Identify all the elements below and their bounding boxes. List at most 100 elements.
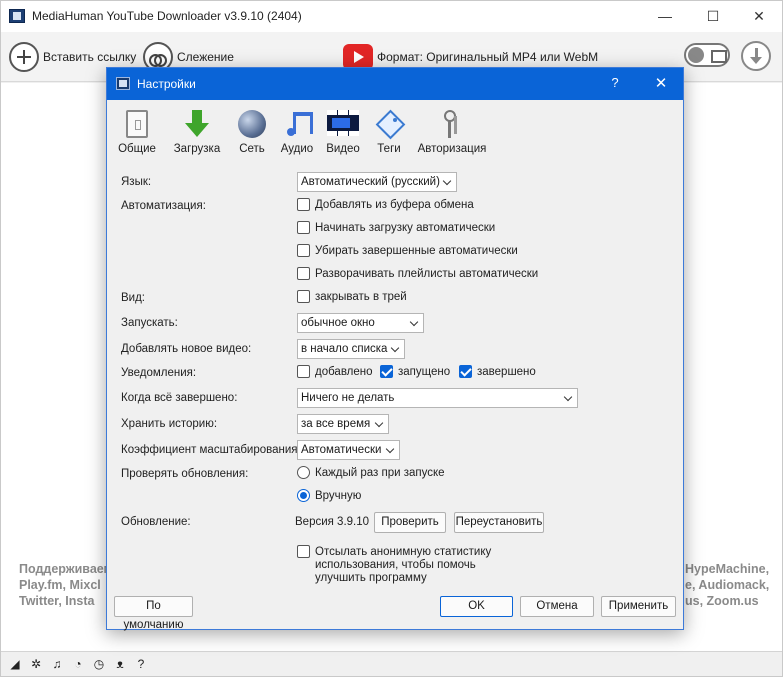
update-on-launch-text: Каждый раз при запуске (315, 467, 445, 479)
gear-icon[interactable]: ✲ (29, 657, 43, 671)
plus-icon (9, 42, 39, 72)
defaults-button[interactable]: По умолчанию (114, 596, 193, 631)
supported-text-line: us, Zoom.us (685, 594, 759, 608)
dialog-close-button[interactable]: ✕ (651, 74, 671, 92)
apply-button[interactable]: Применить (601, 596, 676, 617)
scale-select[interactable]: Автоматически (297, 440, 400, 460)
tab-general[interactable]: Общие (115, 110, 159, 158)
notify-added-checkbox[interactable] (297, 365, 310, 378)
tab-audio[interactable]: Аудио (277, 110, 317, 158)
language-select[interactable]: Автоматический (русский) (297, 172, 457, 192)
version-text: Версия 3.9.10 (295, 516, 370, 528)
dialog-help-button[interactable]: ? (605, 75, 625, 90)
stats-line: использования, чтобы помочь (315, 559, 476, 571)
update-manual-text: Вручную (315, 490, 362, 502)
notify-started-text: запущено (398, 366, 451, 378)
help-icon[interactable]: ? (134, 657, 148, 671)
mode-toggle[interactable] (684, 43, 730, 67)
reinstall-button[interactable]: Переустановить (454, 512, 544, 533)
update-label: Обновление: (121, 516, 191, 528)
autoremove-checkbox[interactable] (297, 244, 310, 257)
supported-sites-left: Поддерживаем Play.fm, Mixcl Twitter, Ins… (19, 561, 113, 609)
keys-icon (438, 110, 466, 138)
tab-network[interactable]: Сеть (233, 110, 271, 158)
settings-dialog: Настройки ? ✕ Общие Загрузка Сеть Аудио … (106, 67, 684, 631)
stats-line: Отсылать анонимную статистику (315, 546, 492, 558)
close-button[interactable]: ✕ (736, 1, 782, 32)
supported-text-line: e, Audiomack, (685, 578, 770, 592)
app-title: MediaHuman YouTube Downloader v3.9.10 (2… (32, 9, 302, 23)
notifications-label: Уведомления: (121, 367, 197, 379)
expand-playlists-checkbox[interactable] (297, 267, 310, 280)
history-label: Хранить историю: (121, 418, 218, 430)
language-label: Язык: (121, 176, 152, 188)
supported-text-line: Play.fm, Mixcl (19, 578, 101, 592)
ok-button[interactable]: OK (440, 596, 513, 617)
music-icon[interactable]: ♫ (50, 657, 64, 671)
brush-icon[interactable]: ◢ (8, 657, 22, 671)
stats-option-text: Отсылать анонимную статистику использова… (315, 546, 491, 585)
notify-added-text: добавлено (315, 366, 373, 378)
clock-icon[interactable]: ◷ (92, 657, 106, 671)
supported-text-line: HypeMachine, (685, 562, 770, 576)
history-select[interactable]: за все время (297, 414, 389, 434)
automation-label: Автоматизация: (121, 200, 206, 212)
paste-link-label: Вставить ссылку (43, 50, 137, 64)
autoremove-option-text: Убирать завершенные автоматически (315, 245, 518, 257)
tab-label: Авторизация (417, 143, 487, 155)
add-video-select[interactable]: в начало списка (297, 339, 405, 359)
tab-label: Общие (118, 143, 156, 155)
title-bar: MediaHuman YouTube Downloader v3.9.10 (2… (1, 1, 782, 32)
autostart-option-text: Начинать загрузку автоматически (315, 222, 496, 234)
download-all-button[interactable] (741, 41, 771, 71)
tab-label: Загрузка (173, 143, 221, 155)
tray-checkbox[interactable] (297, 290, 310, 303)
binoculars-icon[interactable]: ᴥ (113, 657, 127, 671)
tab-video[interactable]: Видео (323, 110, 363, 158)
status-bar: ◢ ✲ ♫ ◔ ◷ ᴥ ? (1, 651, 782, 676)
check-update-button[interactable]: Проверить (374, 512, 446, 533)
supported-text-line: Twitter, Insta (19, 594, 95, 608)
tag-icon (375, 110, 403, 138)
update-on-launch-radio[interactable] (297, 466, 310, 479)
app-logo-icon (9, 9, 25, 23)
tab-authorization[interactable]: Авторизация (415, 110, 489, 158)
scale-label: Коэффициент масштабирования: (121, 444, 301, 456)
check-updates-label: Проверять обновления: (121, 468, 249, 480)
notify-finished-text: завершено (477, 366, 536, 378)
globe-icon (238, 110, 266, 138)
add-video-label: Добавлять новое видео: (121, 343, 252, 355)
launch-select[interactable]: обычное окно (297, 313, 424, 333)
tab-label: Теги (377, 143, 401, 155)
tray-option-text: закрывать в трей (315, 291, 407, 303)
dialog-title-bar: Настройки ? ✕ (107, 68, 683, 100)
update-manual-radio[interactable] (297, 489, 310, 502)
snail-icon[interactable]: ◔ (71, 657, 85, 671)
maximize-button[interactable]: ☐ (690, 1, 736, 32)
tab-label: Видео (326, 143, 360, 155)
view-label: Вид: (121, 292, 145, 304)
supported-text-line: Поддерживаем (19, 562, 113, 576)
tab-label: Сеть (239, 143, 265, 155)
app-logo-icon (116, 77, 130, 90)
launch-label: Запускать: (121, 317, 178, 329)
dialog-title: Настройки (137, 77, 196, 91)
music-note-icon (283, 110, 313, 138)
download-arrow-icon (183, 110, 211, 138)
tracking-label: Слежение (177, 50, 234, 64)
stats-line: улучшить программу (315, 572, 427, 584)
tab-tags[interactable]: Теги (371, 110, 407, 158)
supported-sites-right: HypeMachine, e, Audiomack, us, Zoom.us (685, 561, 769, 609)
when-done-label: Когда всё завершено: (121, 392, 238, 404)
cancel-button[interactable]: Отмена (520, 596, 594, 617)
tab-download[interactable]: Загрузка (169, 110, 225, 158)
notify-started-checkbox[interactable] (380, 365, 393, 378)
general-icon (126, 110, 148, 138)
stats-checkbox[interactable] (297, 545, 310, 558)
format-label: Формат: Оригинальный MP4 или WebM (377, 50, 599, 64)
clipboard-checkbox[interactable] (297, 198, 310, 211)
minimize-button[interactable]: — (642, 1, 688, 32)
autostart-checkbox[interactable] (297, 221, 310, 234)
notify-finished-checkbox[interactable] (459, 365, 472, 378)
when-done-select[interactable]: Ничего не делать (297, 388, 578, 408)
